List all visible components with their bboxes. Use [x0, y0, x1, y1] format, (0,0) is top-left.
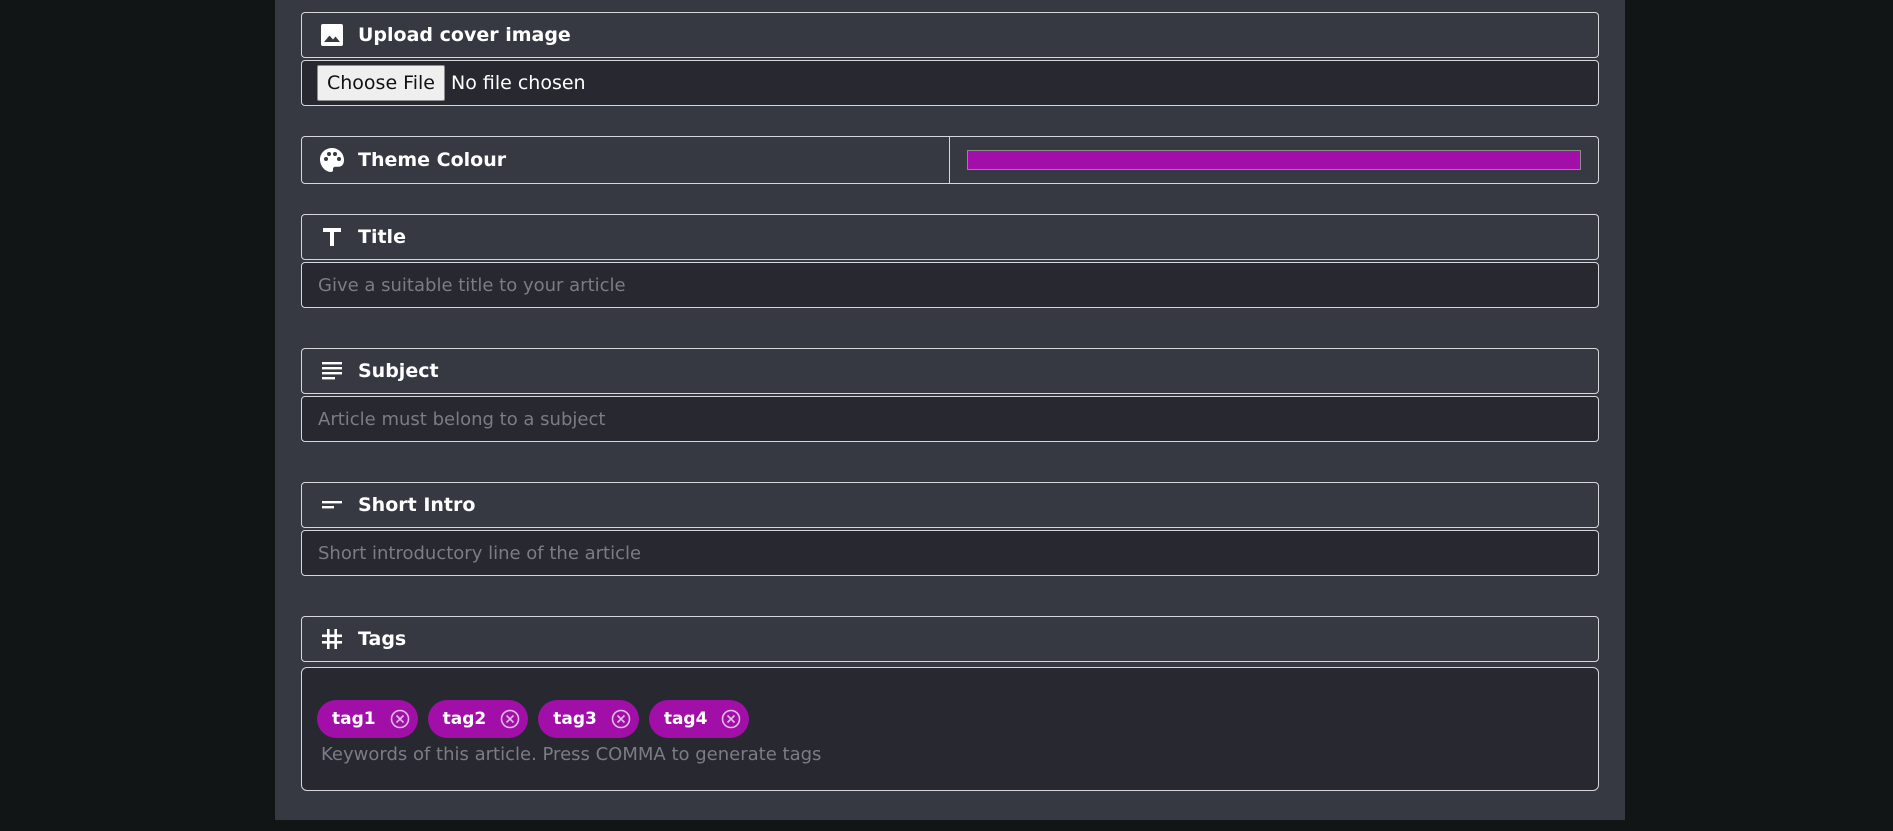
tag-chip: tag1 — [317, 700, 418, 738]
theme-colour-group: Theme Colour — [301, 136, 1599, 184]
title-label: Title — [358, 226, 406, 248]
editor-panel: Upload cover image Choose File No file c… — [275, 0, 1625, 820]
theme-colour-label: Theme Colour — [358, 149, 507, 171]
intro-group: Short Intro — [301, 482, 1599, 576]
tag-chip-list: tag1 tag2 tag3 tag4 — [317, 700, 1583, 738]
intro-label-bar: Short Intro — [301, 482, 1599, 528]
remove-tag-icon[interactable] — [611, 709, 631, 729]
theme-colour-swatch[interactable] — [967, 150, 1581, 170]
article-form: Upload cover image Choose File No file c… — [301, 12, 1599, 831]
cover-image-label: Upload cover image — [358, 24, 571, 46]
cover-image-group: Upload cover image Choose File No file c… — [301, 12, 1599, 106]
subject-label-bar: Subject — [301, 348, 1599, 394]
tags-group: Tags tag1 tag2 tag3 tag4 Keywords of thi… — [301, 616, 1599, 791]
subject-group: Subject — [301, 348, 1599, 442]
text-title-icon — [319, 224, 345, 250]
remove-tag-icon[interactable] — [721, 709, 741, 729]
tags-input[interactable] — [321, 744, 1583, 765]
tag-chip-label: tag2 — [442, 709, 487, 729]
paragraph-lines-icon — [319, 358, 345, 384]
tags-input-box[interactable]: tag1 tag2 tag3 tag4 Keywords of this art… — [301, 667, 1599, 791]
tag-chip: tag4 — [648, 700, 750, 738]
intro-label: Short Intro — [358, 494, 476, 516]
subject-input[interactable] — [318, 397, 1598, 441]
theme-colour-label-cell: Theme Colour — [302, 137, 950, 183]
short-text-icon — [319, 492, 345, 518]
intro-input-box[interactable] — [301, 530, 1599, 576]
palette-icon — [319, 147, 345, 173]
tag-chip-label: tag1 — [332, 709, 376, 729]
tags-label-bar: Tags — [301, 616, 1599, 662]
cover-image-label-bar: Upload cover image — [301, 12, 1599, 58]
title-group: Title — [301, 214, 1599, 308]
tags-text-input-wrap — [317, 744, 1583, 765]
subject-input-box[interactable] — [301, 396, 1599, 442]
intro-input[interactable] — [318, 531, 1598, 575]
remove-tag-icon[interactable] — [390, 709, 410, 729]
image-icon — [319, 22, 345, 48]
tag-chip: tag3 — [538, 700, 639, 738]
theme-colour-row: Theme Colour — [301, 136, 1599, 184]
remove-tag-icon[interactable] — [500, 709, 520, 729]
title-input-box[interactable] — [301, 262, 1599, 308]
tags-label: Tags — [358, 628, 407, 650]
hash-icon — [319, 626, 345, 652]
tag-chip: tag2 — [427, 700, 529, 738]
file-status-text: No file chosen — [450, 72, 586, 94]
subject-label: Subject — [358, 360, 439, 382]
theme-colour-picker[interactable] — [950, 137, 1598, 183]
tag-chip-label: tag3 — [553, 709, 597, 729]
tag-chip-label: tag4 — [663, 709, 708, 729]
cover-file-input[interactable]: Choose File No file chosen — [301, 60, 1599, 106]
title-label-bar: Title — [301, 214, 1599, 260]
title-input[interactable] — [318, 263, 1598, 307]
choose-file-button[interactable]: Choose File — [317, 65, 445, 101]
